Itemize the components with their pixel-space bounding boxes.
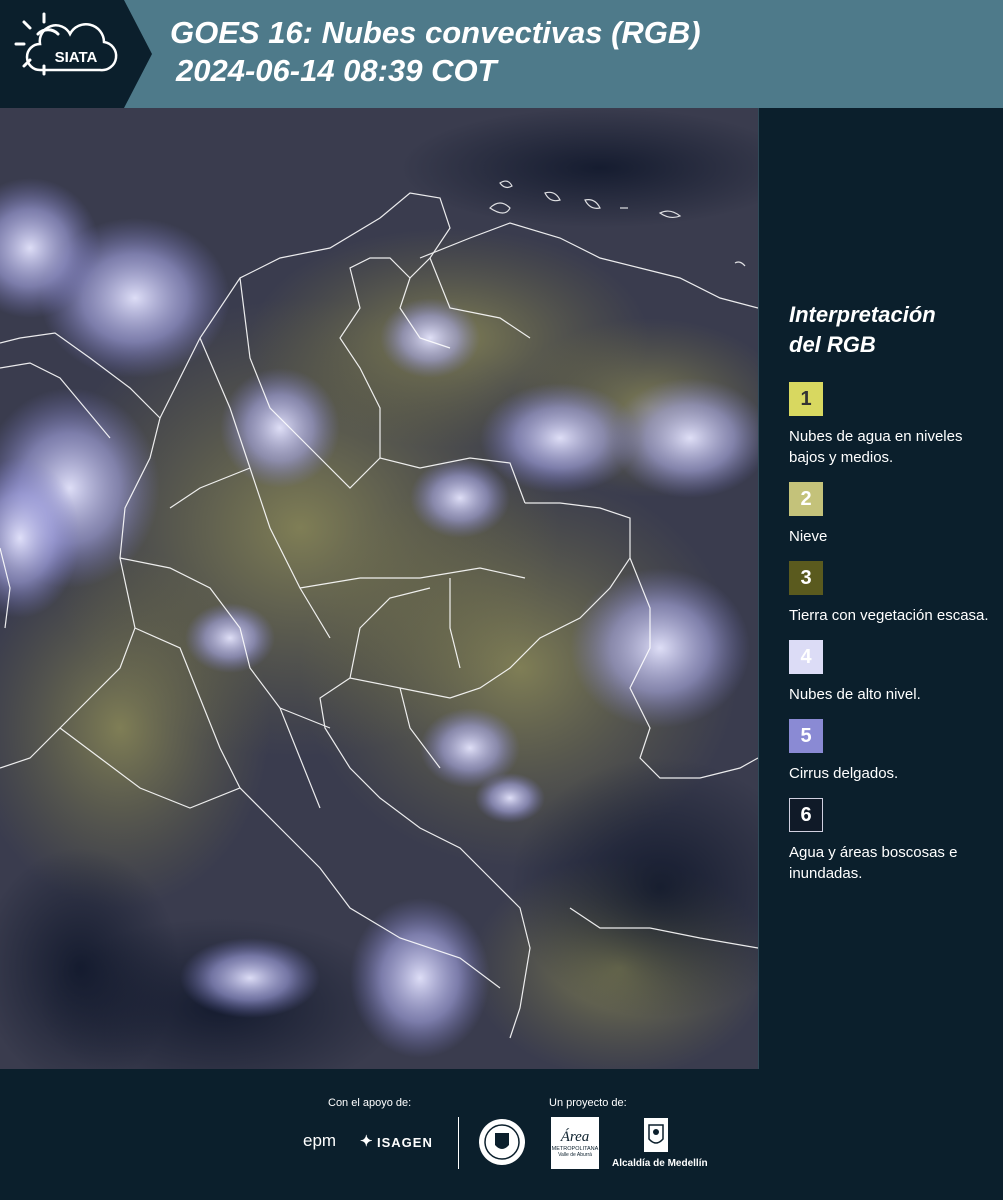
footer-divider: [458, 1117, 459, 1169]
legend-swatch-6: 6: [789, 798, 823, 832]
isagen-star-icon: ✦: [360, 1133, 373, 1150]
legend-item-5: 5 Cirrus delgados.: [789, 719, 989, 784]
legend-label-2: Nieve: [789, 528, 828, 545]
logo-text: SIATA: [55, 49, 98, 66]
legend-swatch-4: 4: [789, 640, 823, 674]
legend-item-2: 2 Nieve: [789, 482, 989, 547]
project-label: Un proyecto de:: [549, 1097, 627, 1109]
logo-block: SIATA: [0, 0, 152, 108]
rgb-legend: Interpretación del RGB 1 Nubes de agua e…: [789, 300, 989, 898]
support-label: Con el apoyo de:: [328, 1097, 412, 1109]
title-line-2: 2024-06-14 08:39 COT: [176, 53, 497, 88]
legend-swatch-3: 3: [789, 561, 823, 595]
legend-item-4: 4 Nubes de alto nivel.: [789, 640, 989, 705]
alcaldia-shield-icon: [644, 1118, 668, 1152]
legend-label-3: Tierra con vegetación escasa.: [789, 607, 989, 624]
epm-logo: epm: [303, 1131, 337, 1150]
isagen-logo: ISAGEN: [377, 1135, 433, 1150]
title-line-1: GOES 16: Nubes convectivas (RGB): [170, 15, 701, 50]
legend-item-3: 3 Tierra con vegetación escasa.: [789, 561, 989, 626]
legend-swatch-5: 5: [789, 719, 823, 753]
legend-label-5: Cirrus delgados.: [789, 765, 899, 782]
page-title: GOES 16: Nubes convectivas (RGB) 2024-06…: [170, 14, 701, 90]
footer: Con el apoyo de: Un proyecto de: epm ✦ I…: [0, 1069, 1003, 1200]
legend-item-1: 1 Nubes de agua en niveles bajos y medio…: [789, 382, 989, 468]
legend-label-4: Nubes de alto nivel.: [789, 686, 921, 703]
satellite-map[interactable]: [0, 108, 759, 1069]
legend-swatch-2: 2: [789, 482, 823, 516]
area-metropolitana-logo: Área METROPOLITANA Valle de Aburrá: [551, 1117, 599, 1169]
legend-item-6: 6 Agua y áreas boscosas e inundadas.: [789, 798, 989, 884]
medellin-seal-icon: [479, 1119, 525, 1165]
legend-label-6: Agua y áreas boscosas e inundadas.: [789, 844, 958, 882]
legend-title: Interpretación del RGB: [789, 302, 936, 357]
legend-swatch-1: 1: [789, 382, 823, 416]
alcaldia-label: Alcaldía de Medellín: [612, 1158, 708, 1169]
header-bar: SIATA GOES 16: Nubes convectivas (RGB) 2…: [0, 0, 1003, 108]
legend-label-1: Nubes de agua en niveles bajos y medios.: [789, 428, 963, 466]
